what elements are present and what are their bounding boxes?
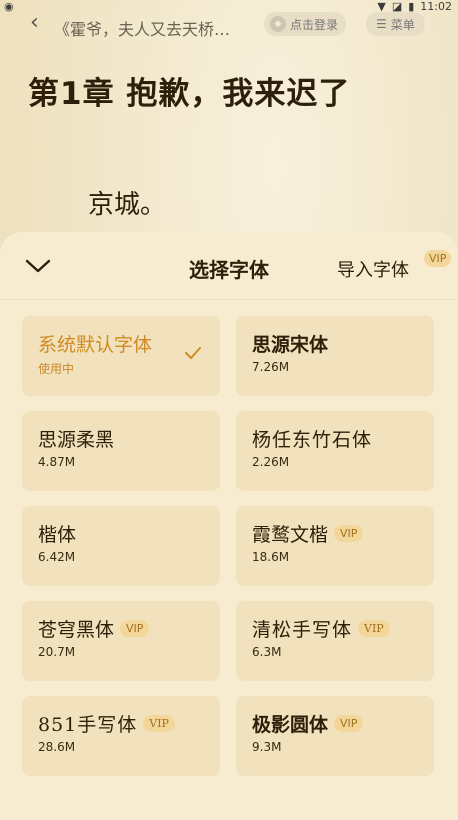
book-title: 《霍爷，夫人又去天桥…	[54, 20, 231, 39]
font-size: 28.6M	[38, 740, 76, 754]
login-label: 点击登录	[290, 17, 339, 32]
font-name-text: 霞鹜文楷	[252, 523, 329, 546]
font-name: 清松手写体 VIP	[252, 615, 434, 641]
font-name: 霞鹜文楷 VIP	[252, 520, 434, 546]
import-font-button[interactable]: 导入字体	[337, 256, 409, 282]
font-size: 9.3M	[252, 740, 282, 754]
font-name: 杨任东竹石体	[252, 425, 434, 451]
font-card-default[interactable]: 系统默认字体 使用中	[22, 316, 220, 396]
font-card-source-song[interactable]: 思源宋体 7.26M	[236, 316, 434, 396]
vip-badge: VIP	[358, 619, 390, 637]
font-name: 思源宋体	[252, 330, 434, 356]
menu-icon: ☰	[376, 17, 387, 31]
font-card-kaiti[interactable]: 楷体 6.42M	[22, 506, 220, 586]
font-card-851[interactable]: 851手写体 VIP 28.6M	[22, 696, 220, 776]
font-name: 851手写体 VIP	[38, 710, 220, 736]
menu-button[interactable]: ☰ 菜单	[366, 12, 425, 36]
font-name-text: 思源柔黑	[38, 428, 115, 451]
font-card-jiying[interactable]: 极影圆体 VIP 9.3M	[236, 696, 434, 776]
font-card-source-rounded[interactable]: 思源柔黑 4.87M	[22, 411, 220, 491]
font-size: 20.7M	[38, 645, 76, 659]
sheet-header: 选择字体 导入字体 VIP	[0, 232, 458, 300]
font-size: 2.26M	[252, 455, 290, 469]
font-card-qingsong[interactable]: 清松手写体 VIP 6.3M	[236, 601, 434, 681]
font-name-text: 极影圆体	[252, 713, 329, 736]
vip-badge: VIP	[143, 714, 175, 732]
login-avatar-icon: ◆	[270, 16, 286, 32]
font-status: 使用中	[38, 362, 75, 376]
font-name-text: 清松手写体	[252, 618, 353, 641]
vip-badge: VIP	[334, 524, 364, 542]
reader-topbar: ‹ 《霍爷，夫人又去天桥… ◆ 点击登录 ☰ 菜单	[0, 10, 458, 40]
font-name: 极影圆体 VIP	[252, 710, 434, 736]
login-button[interactable]: ◆ 点击登录	[264, 12, 347, 36]
chapter-title: 第1章 抱歉，我来迟了	[28, 76, 351, 112]
font-grid: 系统默认字体 使用中 思源宋体 7.26M 思源柔黑 4.87M 杨任东竹石体 …	[22, 316, 436, 776]
font-name-text: 思源宋体	[252, 333, 329, 356]
font-name: 思源柔黑	[38, 425, 220, 451]
font-name: 楷体	[38, 520, 220, 546]
font-card-wenkai[interactable]: 霞鹜文楷 VIP 18.6M	[236, 506, 434, 586]
menu-label: 菜单	[390, 17, 415, 32]
font-name: 苍穹黑体 VIP	[38, 615, 220, 641]
font-size: 7.26M	[252, 360, 290, 374]
font-name-text: 系统默认字体	[38, 333, 153, 356]
vip-badge: VIP	[334, 714, 364, 732]
font-select-sheet: 选择字体 导入字体 VIP 系统默认字体 使用中 思源宋体 7.26M 思源柔黑…	[0, 232, 458, 820]
chapter-paragraph: 京城。	[88, 190, 167, 220]
back-arrow-icon[interactable]: ‹	[30, 12, 39, 34]
font-name-text: 杨任东竹石体	[252, 428, 373, 451]
font-size: 6.3M	[252, 645, 282, 659]
font-size: 18.6M	[252, 550, 290, 564]
font-name-text: 851手写体	[38, 713, 138, 736]
font-name-text: 苍穹黑体	[38, 618, 115, 641]
font-size: 6.42M	[38, 550, 76, 564]
font-size: 4.87M	[38, 455, 76, 469]
font-card-zhushi[interactable]: 杨任东竹石体 2.26M	[236, 411, 434, 491]
import-vip-badge: VIP	[424, 250, 452, 267]
font-name-text: 楷体	[38, 523, 77, 546]
font-card-cangqiong[interactable]: 苍穹黑体 VIP 20.7M	[22, 601, 220, 681]
vip-badge: VIP	[120, 619, 150, 637]
check-icon	[185, 347, 201, 359]
